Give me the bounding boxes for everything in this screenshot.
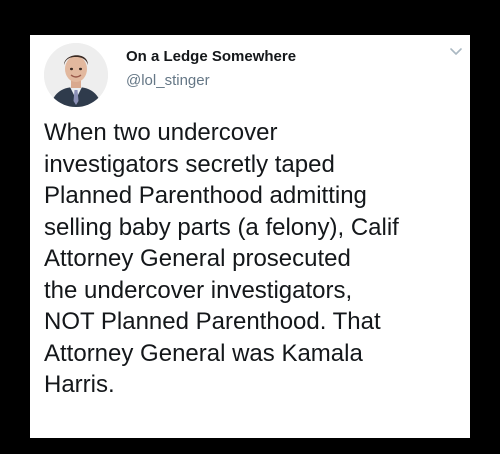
tweet-card: On a Ledge Somewhere @lol_stinger When t… [30,35,470,438]
chevron-down-icon[interactable] [448,45,464,57]
tweet-text-line: When two undercover [44,119,278,146]
screenshot-frame: On a Ledge Somewhere @lol_stinger When t… [0,0,500,454]
tweet-text-line: investigators secretly taped [44,150,335,178]
tweet-text-line: selling baby parts (a felony), Calif [44,213,399,241]
tweet-text-line: Planned Parenthood admitting [44,182,367,209]
display-name[interactable]: On a Ledge Somewhere [126,48,296,65]
avatar[interactable] [44,43,108,107]
tweet-text-line: Attorney General was Kamala [44,339,363,367]
tweet-text: When two undercover investigators secret… [44,117,459,401]
user-handle[interactable]: @lol_stinger [126,72,210,89]
tweet-text-line: Harris. [44,371,115,398]
profile-photo-icon [44,43,108,107]
tweet-text-line: Attorney General prosecuted [44,245,351,272]
tweet-text-line: the undercover investigators, [44,276,353,304]
tweet-text-line: NOT Planned Parenthood. That [44,308,381,335]
